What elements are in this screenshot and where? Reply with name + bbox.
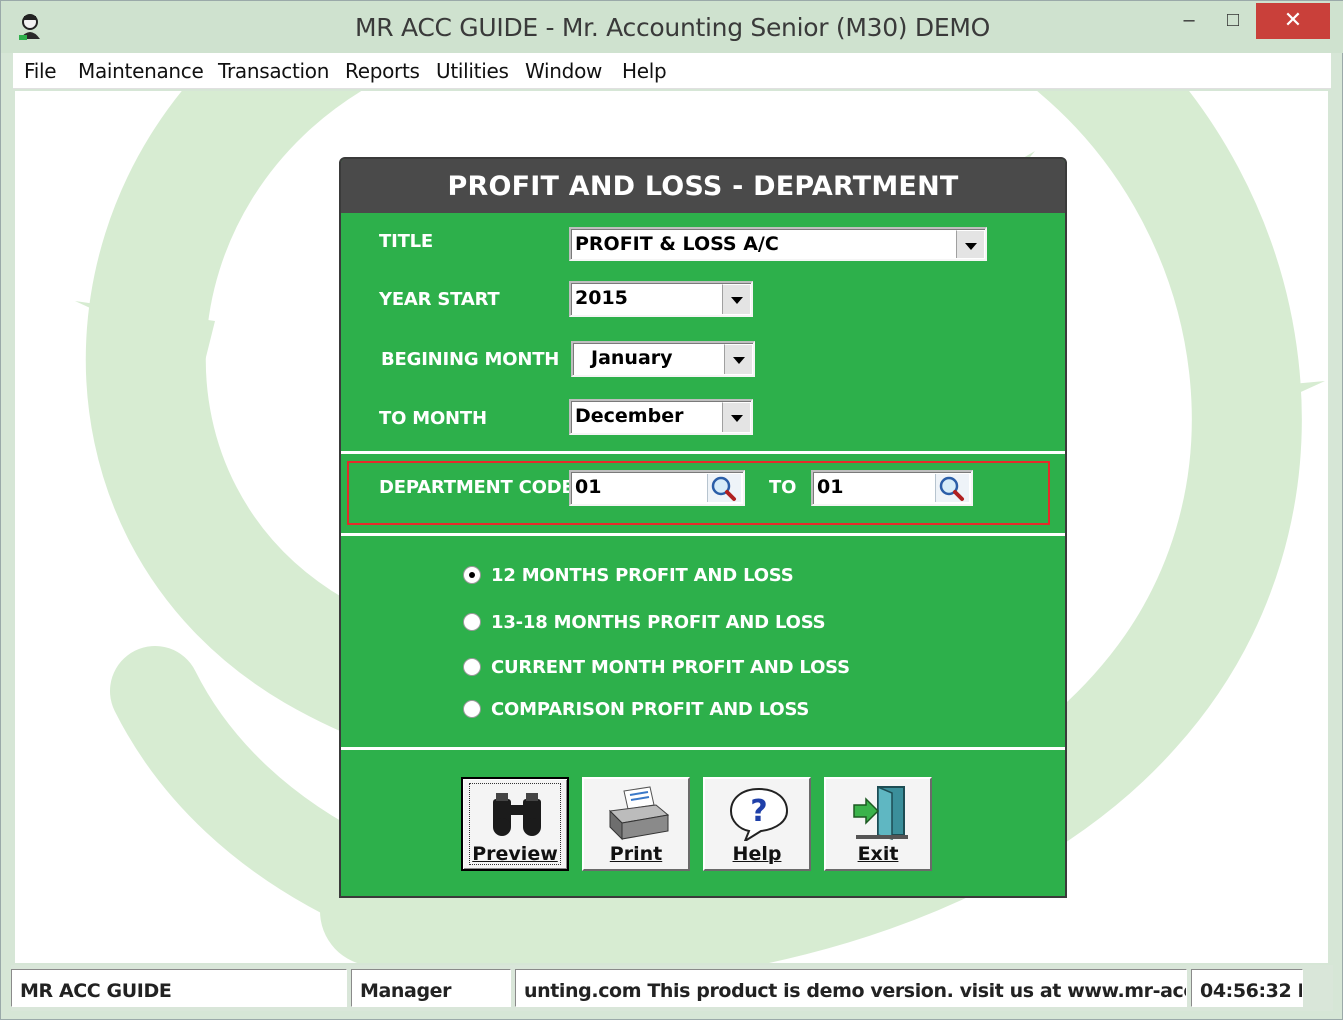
status-app-name: MR ACC GUIDE [20,980,172,1002]
exit-door-icon [853,785,908,840]
section-divider [341,533,1065,536]
department-code-to-value: 01 [817,476,844,498]
menu-maintenance[interactable]: Maintenance [78,59,204,83]
to-month-label: TO MONTH [379,408,487,429]
svg-text:?: ? [750,794,767,829]
app-window: MR ACC GUIDE - Mr. Accounting Senior (M3… [0,0,1343,1020]
title-label: TITLE [379,231,434,252]
minimize-button[interactable]: – [1167,3,1211,39]
radio-icon[interactable] [463,658,481,676]
status-bar: MR ACC GUIDE Manager unting.com This pro… [11,965,1333,1011]
exit-label: Exit [857,843,899,865]
status-user: Manager [360,980,452,1002]
maximize-button[interactable]: □ [1211,3,1255,39]
option-label: CURRENT MONTH PROFIT AND LOSS [491,657,850,678]
print-button[interactable]: Print [582,777,690,871]
department-code-from-input[interactable]: 01 [569,470,745,506]
status-pane-user: Manager [351,969,511,1007]
status-pane-message: unting.com This product is demo version.… [515,969,1187,1007]
beginning-month-value: January [591,347,673,369]
print-label: Print [609,843,663,865]
profit-loss-department-dialog: PROFIT AND LOSS - DEPARTMENT TITLE PROFI… [339,157,1067,898]
menu-reports[interactable]: Reports [345,59,420,83]
option-label: 13-18 MONTHS PROFIT AND LOSS [491,612,826,633]
to-month-combobox[interactable]: December [569,399,753,435]
chevron-down-icon[interactable] [724,344,752,374]
option-label: COMPARISON PROFIT AND LOSS [491,699,810,720]
year-start-value: 2015 [575,287,628,309]
menu-window[interactable]: Window [525,59,602,83]
to-month-value: December [575,405,684,427]
window-title: MR ACC GUIDE - Mr. Accounting Senior (M3… [355,13,990,42]
section-divider [341,747,1065,750]
department-code-to-input[interactable]: 01 [811,470,973,506]
search-icon[interactable] [935,474,969,502]
department-code-label: DEPARTMENT CODE [379,477,574,498]
preview-button[interactable]: Preview [461,777,569,871]
chevron-down-icon[interactable] [956,230,984,258]
dialog-title: PROFIT AND LOSS - DEPARTMENT [341,159,1065,213]
help-button[interactable]: ? Help [703,777,811,871]
menu-help[interactable]: Help [622,59,667,83]
menu-transaction[interactable]: Transaction [218,59,329,83]
status-pane-app: MR ACC GUIDE [11,969,347,1007]
exit-button[interactable]: Exit [824,777,932,871]
menu-file[interactable]: File [24,59,57,83]
year-start-combobox[interactable]: 2015 [569,281,753,317]
search-icon[interactable] [707,474,741,502]
radio-checked-icon[interactable] [463,566,481,584]
status-pane-time: 04:56:32 PM [1191,969,1303,1007]
menu-bar: File Maintenance Transaction Reports Uti… [13,53,1331,89]
help-question-icon: ? [729,787,789,841]
title-combobox[interactable]: PROFIT & LOSS A/C [569,227,987,261]
status-time: 04:56:32 PM [1200,980,1302,1002]
chevron-down-icon[interactable] [722,402,750,432]
printer-icon [608,786,670,841]
menu-utilities[interactable]: Utilities [436,59,509,83]
title-bar[interactable]: MR ACC GUIDE - Mr. Accounting Senior (M3… [1,1,1343,53]
help-label: Help [732,843,782,865]
beginning-month-combobox[interactable]: January [571,341,755,377]
title-combobox-value: PROFIT & LOSS A/C [575,233,779,255]
binoculars-icon [493,793,541,836]
department-to-label: TO [769,477,797,498]
chevron-down-icon[interactable] [722,284,750,314]
section-divider [341,451,1065,454]
radio-icon[interactable] [463,700,481,718]
radio-icon[interactable] [463,613,481,631]
department-code-from-value: 01 [575,476,602,498]
status-message: unting.com This product is demo version.… [524,980,1187,1002]
beginning-month-label: BEGINING MONTH [381,349,560,370]
preview-label: Preview [472,843,558,865]
year-start-label: YEAR START [379,289,500,310]
option-label: 12 MONTHS PROFIT AND LOSS [491,565,794,586]
close-button[interactable]: ✕ [1256,3,1330,39]
